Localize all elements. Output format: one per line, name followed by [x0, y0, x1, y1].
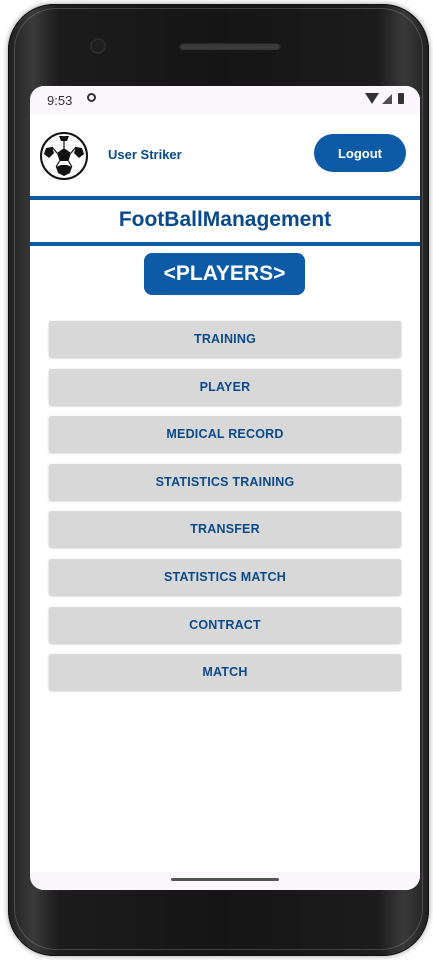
- status-time: 9:53: [47, 93, 73, 108]
- app-screen: 9:53 User Striker Logout FootBallManagem…: [30, 86, 420, 890]
- menu-item-medical-record[interactable]: MEDICAL RECORD: [49, 416, 401, 453]
- sync-icon: [87, 93, 96, 102]
- menu-item-training[interactable]: TRAINING: [49, 321, 401, 357]
- wifi-icon: [365, 93, 379, 104]
- earpiece-speaker: [179, 42, 281, 50]
- status-bar: 9:53: [30, 86, 420, 114]
- menu-item-player[interactable]: PLAYER: [49, 368, 401, 405]
- menu-item-statistics-training[interactable]: STATISTICS TRAINING: [49, 463, 401, 500]
- menu-item-transfer[interactable]: TRANSFER: [49, 511, 401, 548]
- home-indicator[interactable]: [171, 878, 279, 881]
- front-camera: [92, 40, 104, 52]
- status-icons: [365, 93, 404, 104]
- battery-icon: [398, 93, 404, 104]
- menu-item-match[interactable]: MATCH: [49, 654, 401, 691]
- title-divider-top: [30, 196, 420, 200]
- role-badge: <PLAYERS>: [144, 253, 305, 295]
- main-menu: TRAINING PLAYER MEDICAL RECORD STATISTIC…: [49, 321, 401, 702]
- navigation-bar: [30, 872, 420, 890]
- menu-item-contract[interactable]: CONTRACT: [49, 606, 401, 643]
- signal-icon: [382, 93, 392, 104]
- header: User Striker Logout: [30, 114, 420, 196]
- app-title: FootBallManagement: [118, 208, 332, 231]
- menu-item-statistics-match[interactable]: STATISTICS MATCH: [49, 558, 401, 595]
- logout-button[interactable]: Logout: [314, 134, 406, 172]
- title-divider-bottom: [30, 242, 420, 246]
- soccer-ball-icon: [40, 132, 88, 180]
- user-name: User Striker: [108, 147, 182, 162]
